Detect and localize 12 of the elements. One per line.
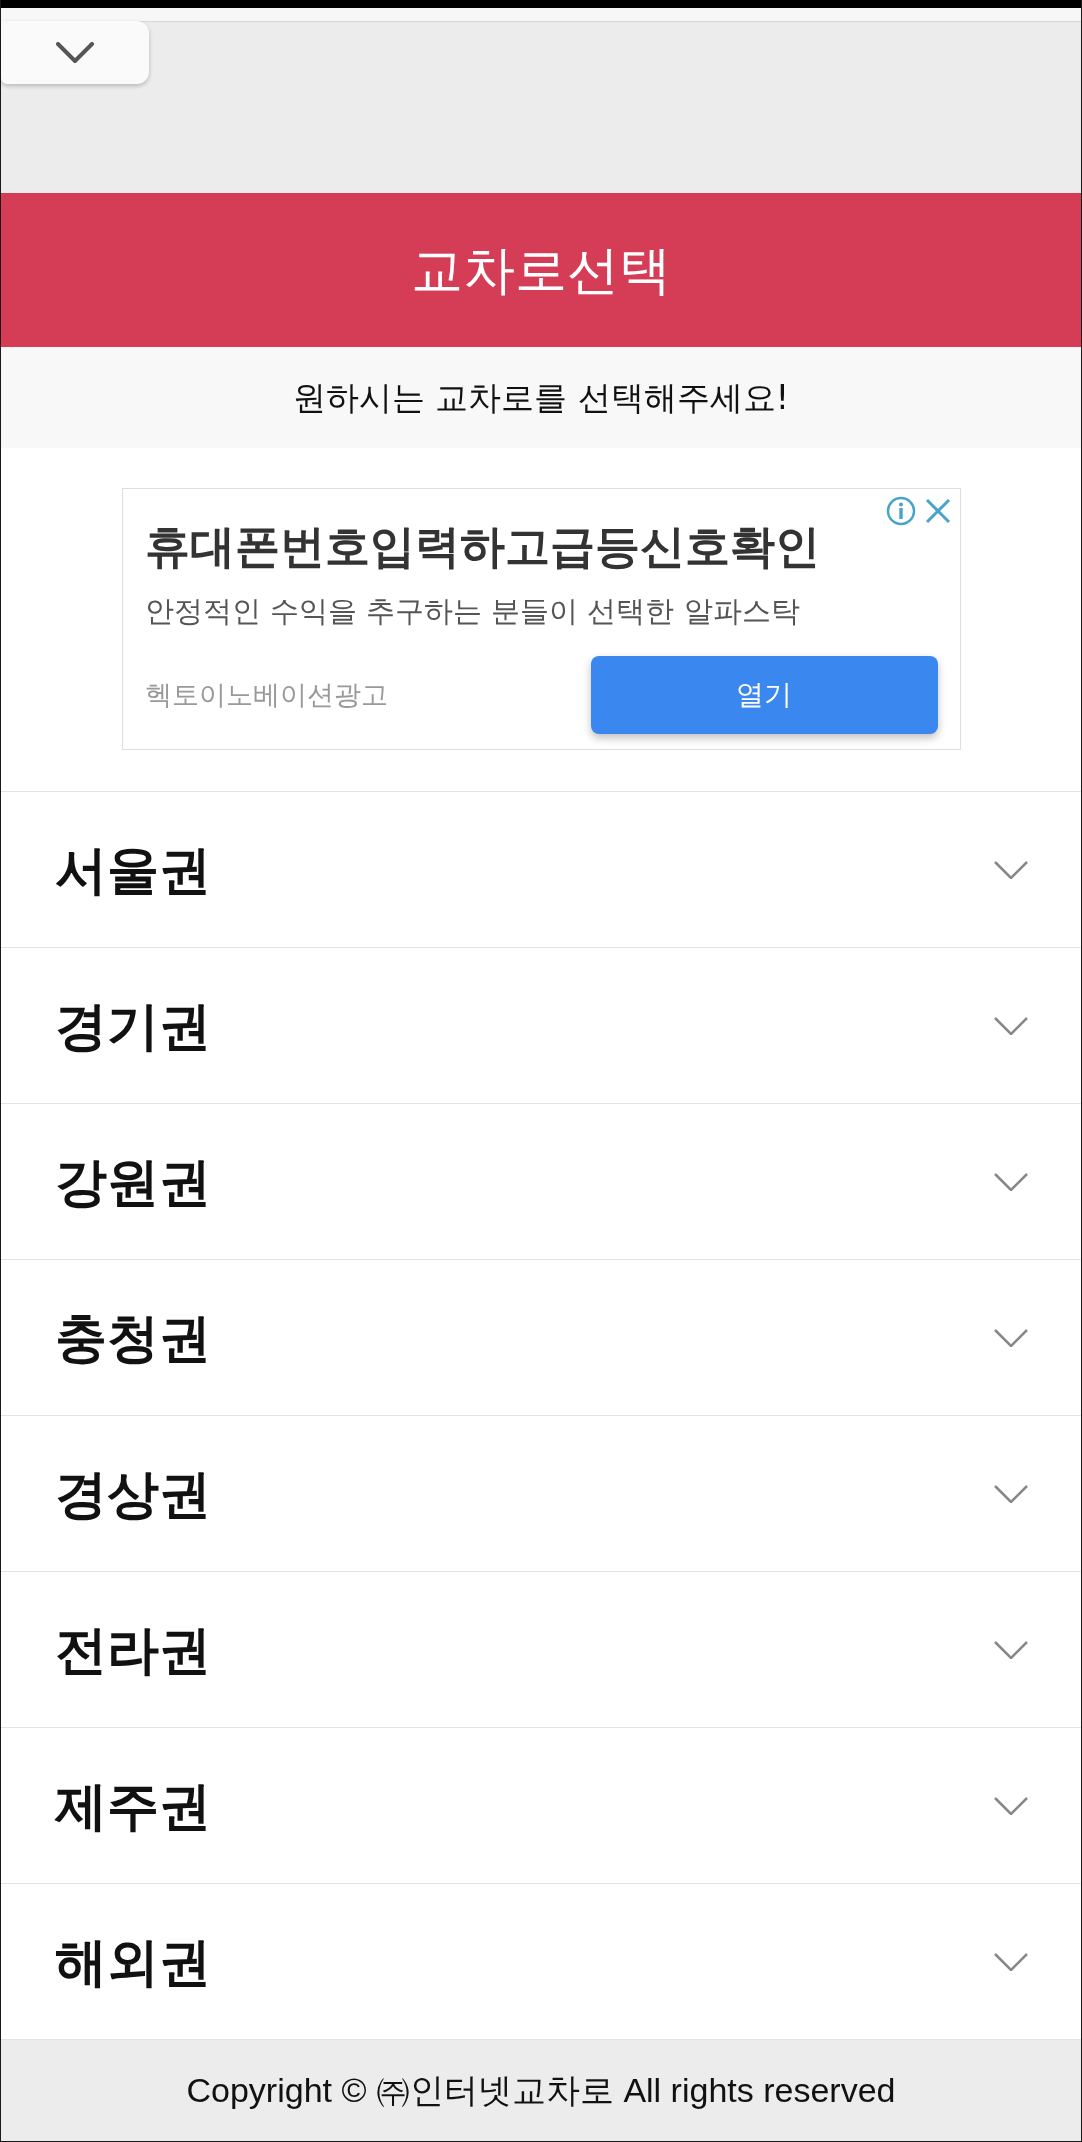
ad-title: 휴대폰번호입력하고급등신호확인: [144, 520, 820, 574]
chevron-down-icon: [56, 41, 94, 64]
close-icon: [924, 498, 951, 524]
copyright-text: Copyright © ㈜인터넷교차로 All rights reserved: [186, 2070, 896, 2111]
page-title: 교차로선택: [411, 238, 671, 302]
info-icon: [885, 496, 916, 526]
ad-sponsor-text: 헥토이노베이션광고: [144, 678, 388, 712]
open-button[interactable]: 열기: [590, 656, 938, 734]
pull-down-tab[interactable]: [1, 21, 149, 84]
subtitle-text: 원하시는 교차로를 선택해주세요!: [292, 377, 790, 418]
ad-description: 안정적인 수익을 추구하는 분들이 선택한 알파스탁: [144, 593, 800, 630]
close-button[interactable]: [924, 498, 951, 524]
